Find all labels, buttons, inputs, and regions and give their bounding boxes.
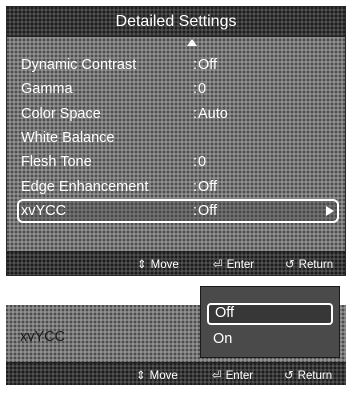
row-value: Off	[198, 179, 218, 195]
row-separator: :	[193, 57, 198, 73]
row-separator: :	[193, 106, 198, 122]
row-label: White Balance	[21, 130, 115, 146]
scroll-up-icon[interactable]	[187, 39, 197, 46]
row-label: xvYCC	[21, 203, 67, 219]
menu-row-white-balance[interactable]: White Balance	[17, 127, 339, 149]
dropdown-option-on[interactable]: On	[207, 329, 333, 349]
row-value: Off	[198, 203, 218, 219]
help-bar: ⇕ Move ⏎ Enter ↺ Return	[7, 251, 345, 275]
help-return: ↺ Return	[285, 257, 333, 271]
settings-menu: Dynamic Contrast : Off Gamma : 0 Color S…	[7, 37, 345, 253]
help-enter: ⏎ Enter	[213, 257, 254, 271]
menu-row-flesh-tone[interactable]: Flesh Tone : 0	[17, 151, 339, 173]
row-value: 0	[198, 81, 207, 97]
enter-icon: ⏎	[212, 370, 222, 382]
menu-row-xvycc[interactable]: xvYCC : Off	[17, 199, 339, 223]
move-icon: ⇕	[137, 259, 147, 271]
row-separator: :	[193, 81, 198, 97]
help-bar: ⇕ Move ⏎ Enter ↺ Return	[6, 362, 346, 385]
menu-row-color-space[interactable]: Color Space : Auto	[17, 103, 339, 125]
option-label: xvYCC	[20, 329, 66, 345]
menu-row-dynamic-contrast[interactable]: Dynamic Contrast : Off	[17, 54, 339, 76]
menu-row-gamma[interactable]: Gamma : 0	[17, 78, 339, 100]
row-label: Edge Enhancement	[21, 179, 149, 195]
help-move: ⇕ Move	[136, 368, 178, 382]
right-arrow-icon[interactable]	[326, 206, 334, 216]
row-value: 0	[198, 154, 207, 170]
help-enter-label: Enter	[225, 370, 254, 382]
help-move: ⇕ Move	[137, 257, 179, 271]
row-value: Auto	[198, 106, 228, 122]
help-enter-label: Enter	[226, 259, 255, 271]
row-label: Dynamic Contrast	[21, 57, 137, 73]
help-enter: ⏎ Enter	[212, 368, 253, 382]
return-icon: ↺	[285, 259, 295, 271]
row-separator: :	[193, 154, 198, 170]
menu-row-edge-enhancement[interactable]: Edge Enhancement : Off	[17, 176, 339, 198]
move-icon: ⇕	[136, 370, 146, 382]
help-move-label: Move	[149, 370, 178, 382]
help-return-label: Return	[298, 259, 334, 271]
row-label: Flesh Tone	[21, 154, 92, 170]
row-label: Color Space	[21, 106, 101, 122]
screen-title: Detailed Settings	[7, 7, 345, 37]
row-label: Gamma	[21, 81, 73, 97]
help-return: ↺ Return	[284, 368, 332, 382]
dropdown-option-off[interactable]: Off	[207, 303, 333, 325]
enter-icon: ⏎	[213, 259, 223, 271]
detailed-settings-screen: Detailed Settings Dynamic Contrast : Off…	[6, 6, 346, 276]
help-move-label: Move	[150, 259, 179, 271]
row-value: Off	[198, 57, 218, 73]
help-return-label: Return	[297, 370, 333, 382]
row-separator: :	[193, 203, 198, 219]
return-icon: ↺	[284, 370, 294, 382]
xvycc-dropdown[interactable]: Off On	[200, 286, 340, 358]
row-separator: :	[193, 179, 198, 195]
